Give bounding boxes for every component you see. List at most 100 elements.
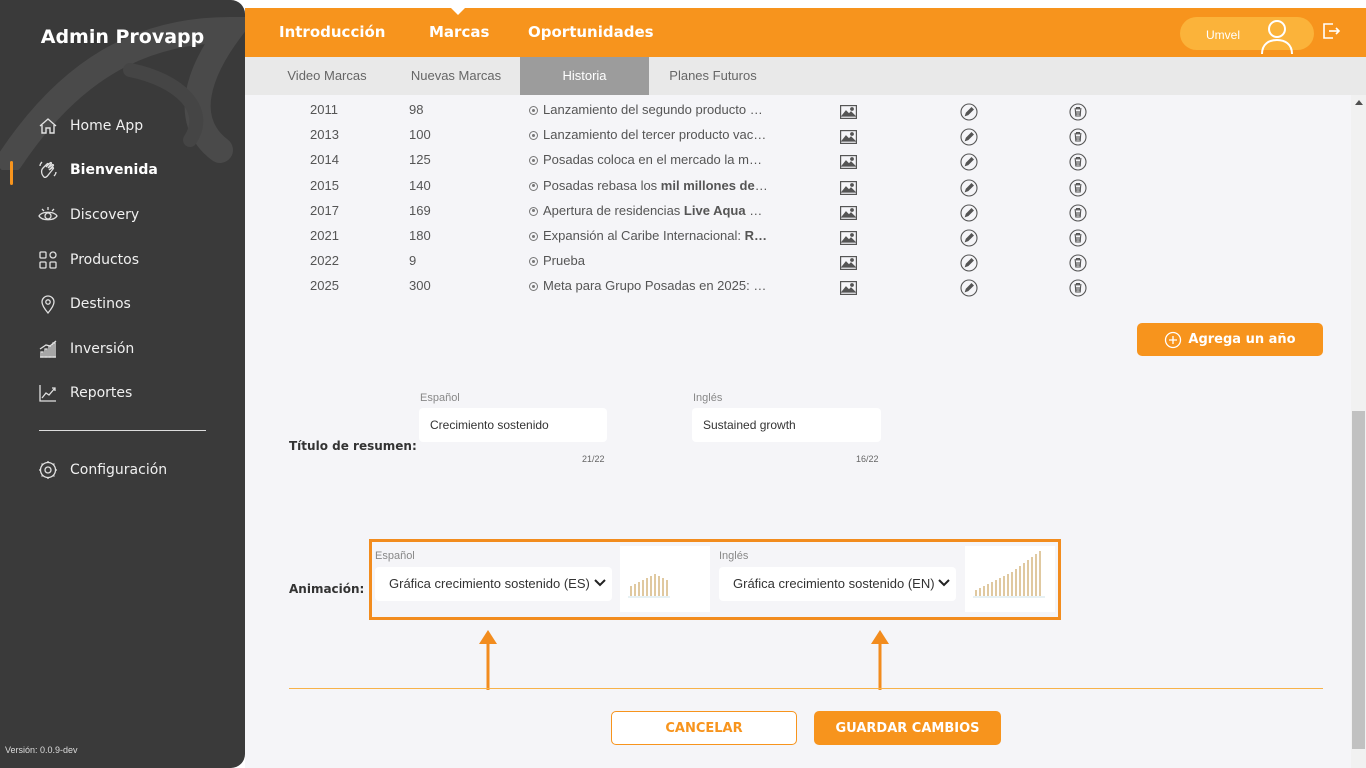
row-year: 2021 — [310, 228, 339, 243]
edit-icon[interactable] — [960, 204, 978, 228]
row-description: Lanzamiento del tercer producto vac… — [529, 125, 769, 145]
image-icon[interactable] — [840, 205, 858, 226]
image-icon[interactable] — [840, 281, 858, 301]
logout-icon[interactable] — [1321, 21, 1341, 41]
scroll-up-arrow[interactable] — [1355, 100, 1363, 105]
tab-oportunidades[interactable]: Oportunidades — [528, 23, 654, 41]
tab-marcas[interactable]: Marcas — [429, 23, 489, 41]
edit-icon[interactable] — [960, 179, 978, 203]
bullet-icon — [529, 106, 538, 115]
sidebar-item-bienvenida[interactable]: Bienvenida — [38, 160, 158, 180]
trash-icon[interactable] — [1069, 103, 1087, 127]
scroll-thumb[interactable] — [1352, 411, 1365, 749]
add-year-label: Agrega un año — [1188, 332, 1296, 347]
row-year: 2017 — [310, 202, 339, 218]
trash-icon[interactable] — [1069, 204, 1087, 228]
cancel-button[interactable]: CANCELAR — [611, 711, 797, 745]
edit-icon[interactable] — [960, 279, 978, 303]
edit-icon[interactable] — [960, 128, 978, 152]
waving-hand-icon — [39, 161, 57, 179]
trash-icon[interactable] — [1069, 229, 1087, 253]
animation-en-value: Gráfica crecimiento sostenido (EN) — [733, 576, 935, 591]
row-description: Lanzamiento del segundo producto v… — [529, 100, 769, 120]
top-nav: Introducción Marcas Oportunidades Umvel — [245, 8, 1366, 57]
user-avatar-icon — [1261, 20, 1293, 54]
sidebar-item-label: Discovery — [70, 207, 140, 223]
user-name: Umvel — [1206, 28, 1241, 42]
trash-icon[interactable] — [1069, 179, 1087, 203]
summary-en-label: Inglés — [693, 392, 723, 404]
table-row: 2021 180 Expansión al Caribe Internacional… — [245, 226, 1245, 251]
row-description-text: Meta para Grupo Posadas en 2025: t… — [543, 278, 769, 294]
trash-icon[interactable] — [1069, 254, 1087, 278]
sidebar-item-productos[interactable]: Productos — [38, 250, 139, 270]
subtab-video-marcas[interactable]: Video Marcas — [273, 57, 381, 95]
subtab-planes-futuros[interactable]: Planes Futuros — [658, 57, 768, 95]
summary-es-counter: 21/22 — [582, 454, 605, 464]
vertical-scrollbar[interactable] — [1351, 95, 1366, 768]
table-row: 2025 300 Meta para Grupo Posadas en 2025: … — [245, 276, 1245, 301]
map-pin-icon — [41, 295, 55, 314]
row-description-text: Apertura de residencias — [543, 202, 684, 218]
gear-icon — [39, 461, 57, 479]
image-icon[interactable] — [840, 105, 858, 125]
main-content: 2011 98 Lanzamiento del segundo producto v… — [245, 95, 1351, 768]
summary-title-label: Título de resumen: — [289, 439, 417, 453]
subtab-historia[interactable]: Historia — [520, 57, 649, 95]
table-row: 2011 98 Lanzamiento del segundo producto v… — [245, 100, 1245, 125]
summary-es-label: Español — [420, 392, 460, 404]
image-icon[interactable] — [840, 256, 858, 276]
edit-icon[interactable] — [960, 254, 978, 278]
trash-icon[interactable] — [1069, 153, 1087, 177]
image-icon[interactable] — [840, 231, 858, 251]
subtab-nuevas-marcas[interactable]: Nuevas Marcas — [401, 57, 511, 95]
sidebar-item-inversion[interactable]: Inversión — [38, 339, 134, 359]
section-divider — [289, 688, 1323, 689]
trash-icon[interactable] — [1069, 128, 1087, 152]
image-icon[interactable] — [840, 180, 858, 201]
row-number: 125 — [409, 152, 431, 168]
row-description-bold: R… — [744, 228, 768, 243]
animation-es-select[interactable]: Gráfica crecimiento sostenido (ES) — [375, 567, 612, 601]
edit-icon[interactable] — [960, 229, 978, 253]
brand-title: Admin Provapp — [40, 26, 205, 48]
sidebar-item-discovery[interactable]: Discovery — [38, 205, 139, 225]
image-icon[interactable] — [840, 155, 858, 175]
save-button[interactable]: GUARDAR CAMBIOS — [814, 711, 1001, 745]
row-description-text: Posadas rebasa los — [543, 177, 661, 193]
arrow-up-icon — [479, 630, 497, 690]
add-year-button[interactable]: Agrega un año — [1137, 323, 1323, 356]
summary-en-counter: 16/22 — [856, 454, 879, 464]
row-description-bold: mil millones de … — [660, 177, 769, 193]
bar-chart-icon — [39, 340, 57, 358]
edit-icon[interactable] — [960, 153, 978, 177]
user-menu-button[interactable]: Umvel — [1180, 17, 1314, 54]
animation-en-select[interactable]: Gráfica crecimiento sostenido (EN) — [719, 567, 956, 601]
bullet-icon — [529, 282, 538, 292]
row-number: 180 — [409, 228, 431, 243]
home-icon — [39, 118, 57, 134]
row-number: 169 — [409, 202, 431, 218]
row-description: Expansión al Caribe Internacional: R… — [529, 226, 769, 246]
tab-introduccion[interactable]: Introducción — [279, 23, 385, 41]
sidebar-item-destinos[interactable]: Destinos — [38, 294, 131, 314]
sidebar-item-configuracion[interactable]: Configuración — [38, 460, 167, 480]
animation-highlight-box: Español Gráfica crecimiento sostenido (E… — [369, 539, 1061, 620]
chevron-down-icon — [938, 579, 950, 587]
sidebar-item-label: Productos — [70, 252, 140, 268]
summary-es-input[interactable] — [419, 408, 607, 442]
bullet-icon — [529, 181, 538, 191]
row-year: 2015 — [310, 177, 339, 193]
sidebar-item-reportes[interactable]: Reportes — [38, 383, 132, 403]
line-chart-icon — [39, 385, 56, 402]
row-year: 2025 — [310, 278, 339, 294]
bullet-icon — [529, 206, 538, 216]
image-icon[interactable] — [840, 130, 858, 150]
edit-icon[interactable] — [960, 103, 978, 127]
animation-label: Animación: — [289, 582, 365, 596]
sidebar-item-home-app[interactable]: Home App — [38, 116, 143, 136]
trash-icon[interactable] — [1069, 279, 1087, 303]
row-description-text: Prueba — [543, 253, 585, 269]
row-description: Meta para Grupo Posadas en 2025: t… — [529, 276, 769, 296]
summary-en-input[interactable] — [692, 408, 881, 442]
